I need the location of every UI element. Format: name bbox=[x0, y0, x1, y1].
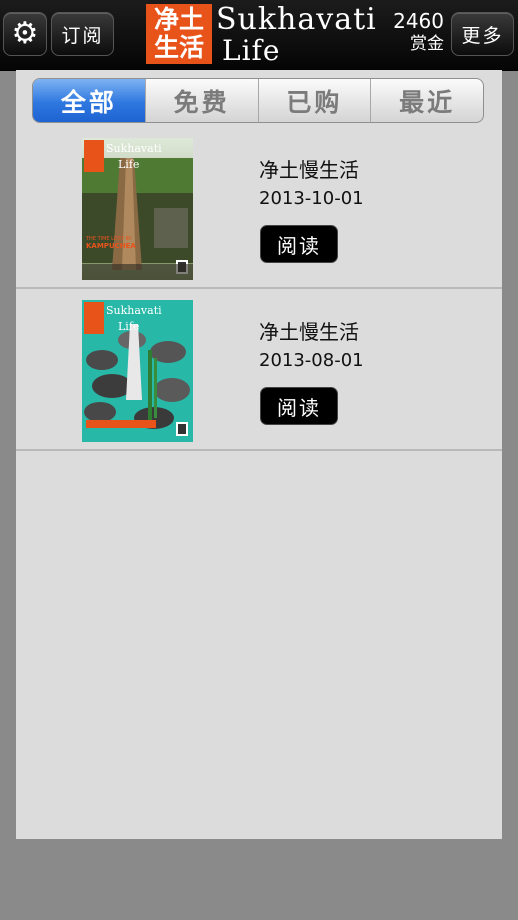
content-panel: 全部 免费 已购 最近 Sukhavati Life THE TIME LOST… bbox=[16, 70, 502, 839]
gear-icon: ⚙ bbox=[11, 16, 39, 51]
bounty-value: 2460 bbox=[393, 9, 444, 33]
tab-purchased[interactable]: 已购 bbox=[257, 79, 371, 122]
logo-chinese-line1: 净土 bbox=[153, 5, 204, 34]
list-item: Sukhavati Life THE TIME LOST IN KAMPUCHE… bbox=[16, 127, 502, 289]
read-button[interactable]: 阅读 bbox=[260, 387, 338, 425]
app-logo: 净土 生活 Sukhavati Life bbox=[146, 2, 386, 67]
svg-text:Sukhavati: Sukhavati bbox=[106, 142, 162, 155]
magazine-cover-image[interactable]: Sukhavati Life THE TIME LOST IN KAMPUCHE… bbox=[82, 138, 193, 280]
issue-date: 2013-08-01 bbox=[259, 350, 364, 371]
svg-text:Life: Life bbox=[118, 320, 139, 333]
bounty-display: 2460 赏金 bbox=[388, 9, 444, 55]
issue-title: 净土慢生活 bbox=[259, 158, 359, 182]
filter-tabs: 全部 免费 已购 最近 bbox=[32, 78, 484, 123]
svg-text:Sukhavati: Sukhavati bbox=[106, 304, 162, 317]
logo-chinese-line2: 生活 bbox=[153, 33, 204, 62]
more-button[interactable]: 更多 bbox=[451, 12, 514, 56]
issue-date: 2013-10-01 bbox=[259, 188, 364, 209]
top-bar: ⚙ 订阅 净土 生活 Sukhavati Life 2460 赏金 更多 bbox=[0, 0, 518, 71]
svg-text:KAMPUCHEA: KAMPUCHEA bbox=[86, 242, 136, 250]
logo-title-line1: Sukhavati bbox=[216, 2, 377, 37]
logo-title-line2: Life bbox=[222, 34, 281, 67]
issue-title: 净土慢生活 bbox=[259, 320, 359, 344]
magazine-cover-image[interactable]: Sukhavati Life bbox=[82, 300, 193, 442]
tab-all[interactable]: 全部 bbox=[33, 79, 145, 122]
svg-text:Life: Life bbox=[118, 158, 139, 171]
logo-chinese-block: 净土 生活 bbox=[146, 4, 212, 64]
tab-free[interactable]: 免费 bbox=[144, 79, 258, 122]
list-item: Sukhavati Life 净土慢生活 2013-08-01 阅读 bbox=[16, 289, 502, 451]
subscribe-button[interactable]: 订阅 bbox=[51, 12, 114, 56]
bounty-label: 赏金 bbox=[410, 34, 444, 54]
settings-button[interactable]: ⚙ bbox=[3, 12, 47, 56]
tab-recent[interactable]: 最近 bbox=[370, 79, 483, 122]
read-button[interactable]: 阅读 bbox=[260, 225, 338, 263]
